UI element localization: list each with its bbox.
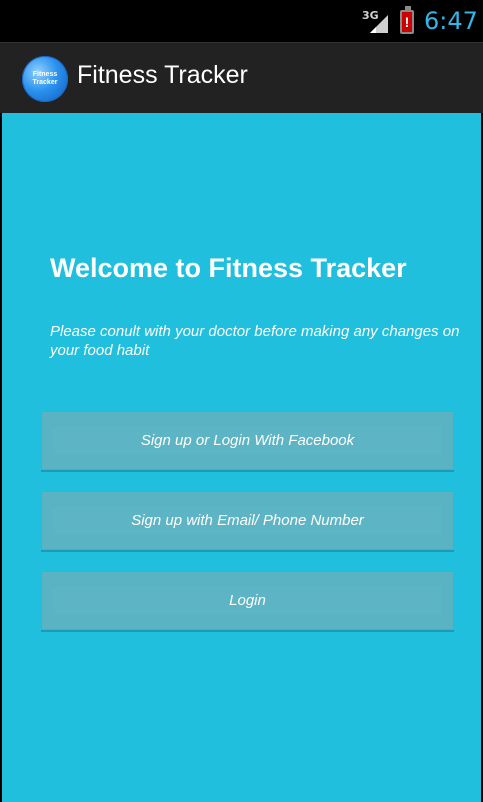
status-bar: 3G ! 6:47: [0, 0, 483, 42]
app-logo-icon[interactable]: Fitness Tracker: [22, 56, 68, 102]
app-title: Fitness Tracker: [77, 61, 248, 89]
signal-bars-icon: [370, 15, 388, 33]
welcome-heading: Welcome to Fitness Tracker: [50, 253, 407, 283]
battery-alert-icon: !: [400, 6, 414, 34]
facebook-login-label: Sign up or Login With Facebook: [140, 432, 355, 449]
email-signup-button[interactable]: Sign up with Email/ Phone Number: [41, 491, 454, 550]
status-clock: 6:47: [424, 7, 478, 35]
login-label: Login: [229, 592, 266, 609]
login-button[interactable]: Login: [41, 571, 454, 630]
action-bar: Fitness Tracker Fitness Tracker: [0, 42, 483, 113]
main-content: Welcome to Fitness Tracker Please conult…: [2, 113, 481, 802]
email-signup-label: Sign up with Email/ Phone Number: [131, 512, 364, 529]
app-logo-text: Fitness Tracker: [32, 71, 58, 86]
facebook-login-button[interactable]: Sign up or Login With Facebook: [41, 411, 454, 470]
health-notice: Please conult with your doctor before ma…: [50, 323, 460, 359]
frame-edge-left: [0, 113, 2, 802]
signal-icon: 3G: [362, 9, 390, 35]
battery-alert-mark: !: [404, 14, 410, 30]
